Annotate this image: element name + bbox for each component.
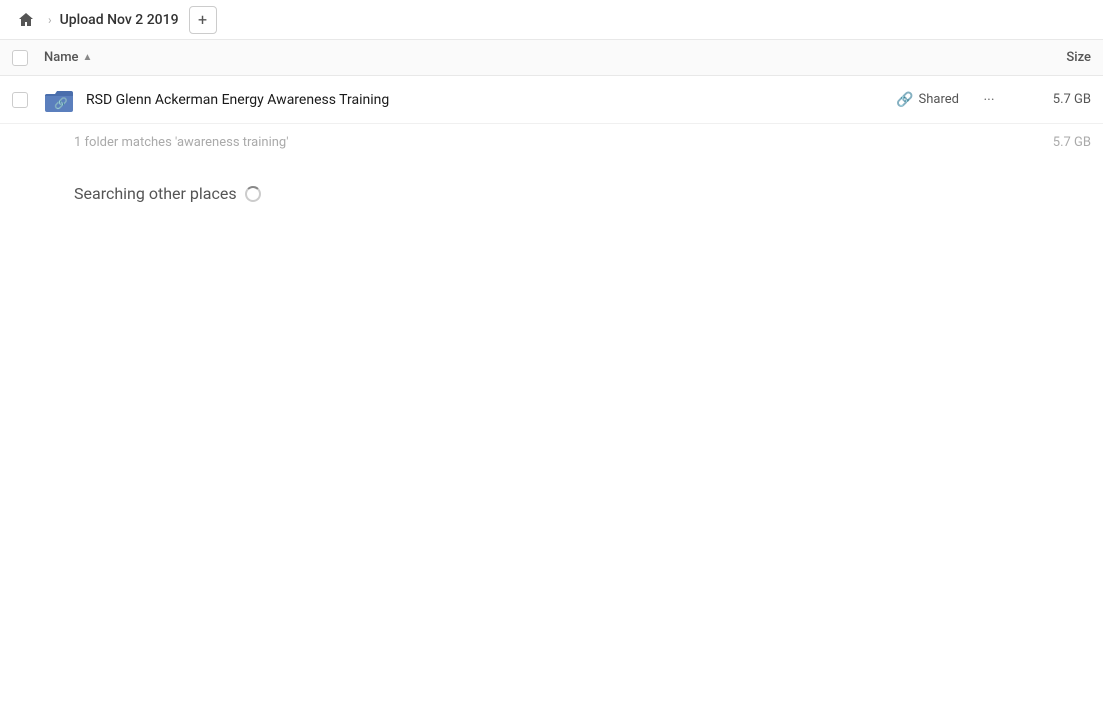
ellipsis-icon: ··· [984,92,995,108]
shared-label: Shared [919,92,959,107]
breadcrumb-separator: › [48,13,52,27]
row-file-name: RSD Glenn Ackerman Energy Awareness Trai… [86,92,896,108]
plus-icon: + [198,10,207,29]
row-folder-icon: 🔗 [44,84,76,116]
loading-spinner [245,186,261,202]
name-column-header[interactable]: Name ▲ [44,50,1011,65]
more-button[interactable]: ··· [975,86,1003,114]
row-size: 5.7 GB [1011,92,1091,107]
checkbox-box [12,50,28,66]
home-button[interactable] [12,6,40,34]
file-row[interactable]: 🔗 RSD Glenn Ackerman Energy Awareness Tr… [0,76,1103,124]
size-column-header: Size [1011,50,1091,65]
summary-size: 5.7 GB [1011,135,1091,150]
home-icon [18,12,34,28]
header-bar: › Upload Nov 2 2019 + [0,0,1103,40]
svg-text:🔗: 🔗 [54,96,68,110]
add-button[interactable]: + [189,6,217,34]
row-checkbox[interactable] [12,92,36,108]
searching-section: Searching other places [0,160,1103,219]
link-icon: 🔗 [896,92,913,108]
shared-badge: 🔗 Shared [896,92,959,108]
summary-row: 1 folder matches 'awareness training' 5.… [0,124,1103,160]
name-label: Name [44,50,79,65]
row-checkbox-box [12,92,28,108]
breadcrumb-title: Upload Nov 2 2019 [60,12,179,28]
sort-indicator: ▲ [83,52,93,63]
searching-label: Searching other places [74,184,237,203]
summary-text: 1 folder matches 'awareness training' [74,135,1011,150]
header-checkbox[interactable] [12,50,36,66]
size-label: Size [1066,50,1091,65]
column-header: Name ▲ Size [0,40,1103,76]
shared-folder-icon: 🔗 [45,87,75,113]
